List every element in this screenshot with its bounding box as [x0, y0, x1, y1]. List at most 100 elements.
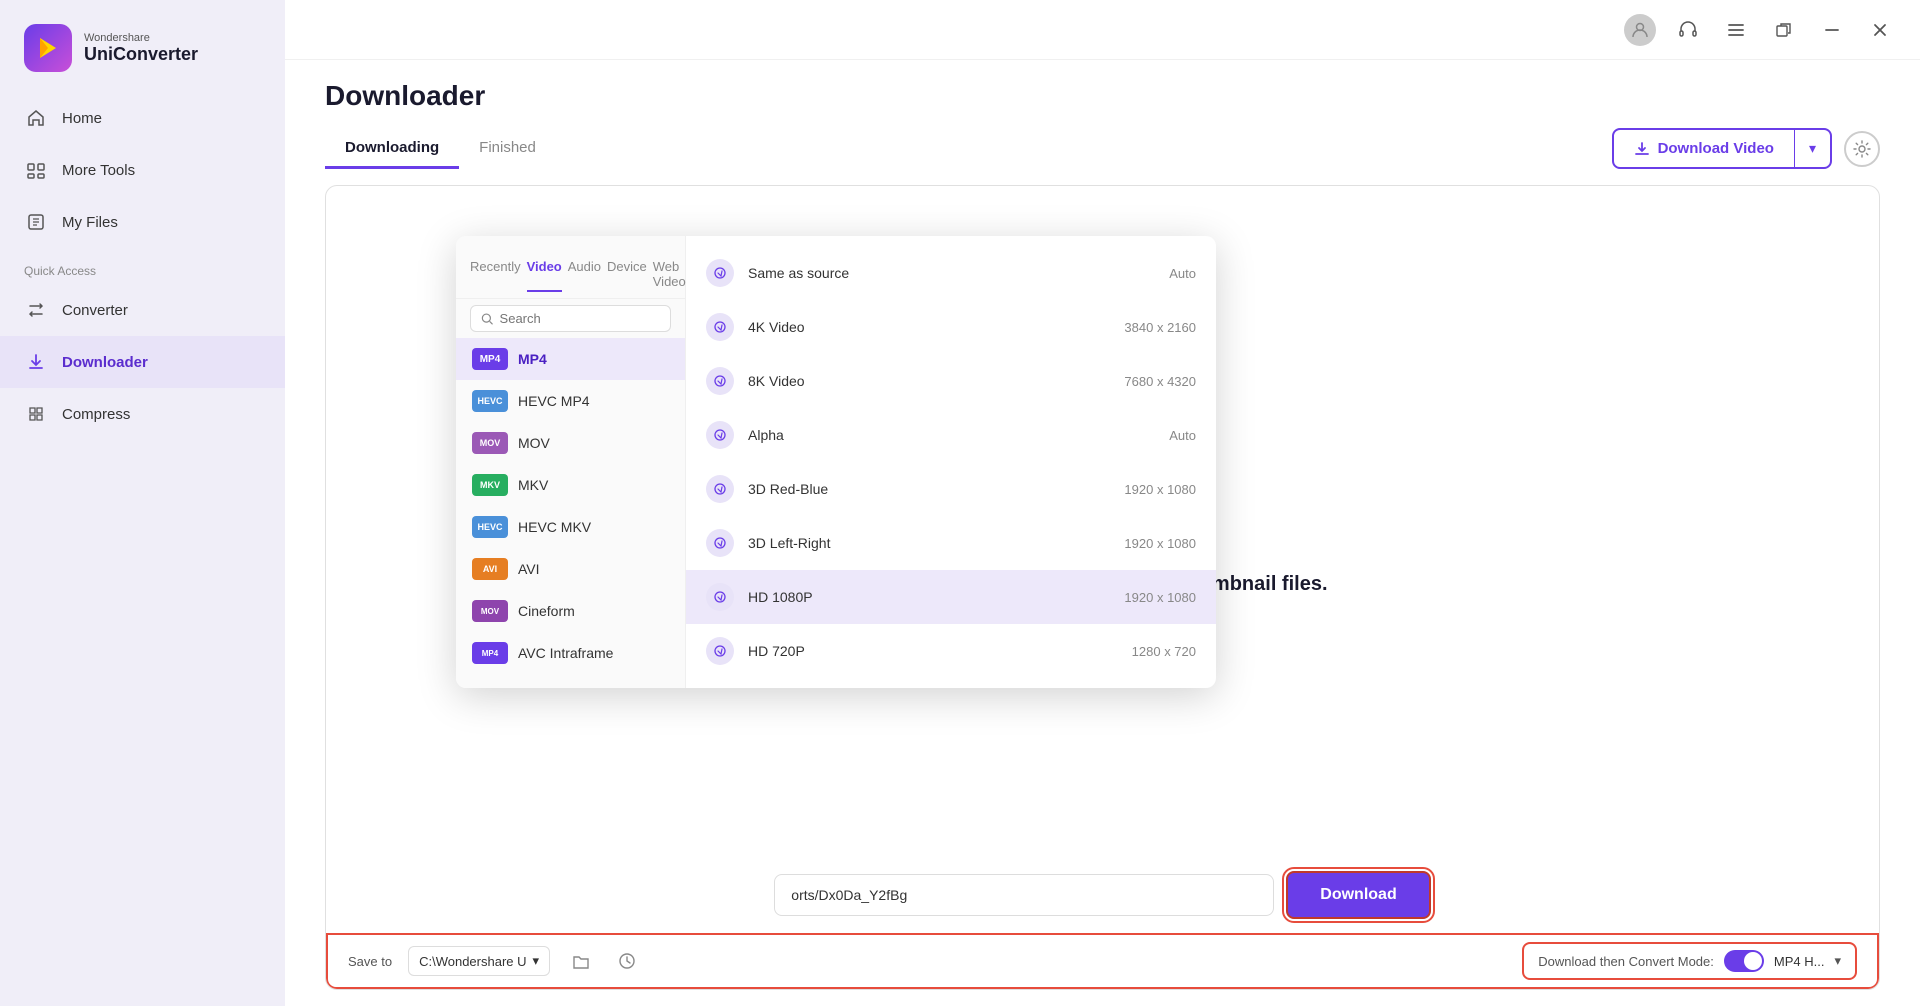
sidebar-label-home: Home [62, 110, 102, 127]
menu-icon[interactable] [1720, 14, 1752, 46]
sidebar-item-converter[interactable]: Converter [0, 284, 285, 336]
quality-res: Auto [1169, 428, 1196, 443]
url-input[interactable]: orts/Dx0Da_Y2fBg [774, 874, 1274, 916]
open-folder-button[interactable] [566, 946, 596, 976]
avc-label: AVC Intraframe [518, 645, 613, 661]
format-item-hevc-mkv[interactable]: HEVC HEVC MKV [456, 506, 685, 548]
avatar[interactable] [1624, 14, 1656, 46]
quality-3d-left-right[interactable]: 3D Left-Right 1920 x 1080 [686, 516, 1216, 570]
format-search-box[interactable] [470, 305, 671, 332]
sidebar-label-compress: Compress [62, 406, 130, 423]
format-dropdown-arrow[interactable]: ▾ [1834, 953, 1841, 969]
mkv-badge: MKV [472, 474, 508, 496]
quality-icon [706, 367, 734, 395]
fmt-tab-recently[interactable]: Recently [470, 256, 521, 292]
download-video-label: Download Video [1658, 140, 1774, 157]
mov-label: MOV [518, 435, 550, 451]
fmt-tab-device[interactable]: Device [607, 256, 647, 292]
tabs-row: Downloading Finished Download Video ▾ [325, 128, 1880, 169]
mp4-badge: MP4 [472, 348, 508, 370]
quality-4k[interactable]: 4K Video 3840 x 2160 [686, 300, 1216, 354]
format-item-avi[interactable]: AVI AVI [456, 548, 685, 590]
quality-icon [706, 259, 734, 287]
downloader-icon [24, 350, 48, 374]
page-title: Downloader [325, 80, 1880, 112]
quality-res: 1920 x 1080 [1124, 590, 1196, 605]
restore-icon[interactable] [1768, 14, 1800, 46]
settings-button[interactable] [1844, 131, 1880, 167]
save-path-selector[interactable]: C:\Wondershare U ▾ [408, 946, 550, 976]
download-button[interactable]: Download [1286, 871, 1430, 919]
save-to-label: Save to [348, 954, 392, 969]
quality-res: 1920 x 1080 [1124, 536, 1196, 551]
format-item-hevc-mp4[interactable]: HEVC HEVC MP4 [456, 380, 685, 422]
hevc-mkv-label: HEVC MKV [518, 519, 591, 535]
download-video-main: Download Video [1614, 130, 1795, 167]
convert-mode-box[interactable]: Download then Convert Mode: MP4 H... ▾ [1522, 942, 1857, 980]
quality-res: 3840 x 2160 [1124, 320, 1196, 335]
hevc-mkv-badge: HEVC [472, 516, 508, 538]
close-icon[interactable] [1864, 14, 1896, 46]
format-search-input[interactable] [500, 311, 660, 326]
minimize-icon[interactable] [1816, 14, 1848, 46]
convert-format-label: MP4 H... [1774, 954, 1825, 969]
quality-icon [706, 421, 734, 449]
sidebar-item-more-tools[interactable]: More Tools [0, 144, 285, 196]
quality-hd-1080p[interactable]: HD 1080P 1920 x 1080 [686, 570, 1216, 624]
schedule-button[interactable] [612, 946, 642, 976]
page-header: Downloader Downloading Finished [285, 60, 1920, 169]
top-bar [285, 0, 1920, 60]
brand-label: Wondershare [84, 32, 198, 44]
quality-res: 1280 x 720 [1132, 644, 1196, 659]
quality-same-as-source[interactable]: Same as source Auto [686, 246, 1216, 300]
quality-name: Same as source [748, 265, 1155, 281]
sidebar-item-my-files[interactable]: My Files [0, 196, 285, 248]
format-tab-list: Recently Video Audio Device Web Video [456, 246, 685, 299]
quality-3d-red-blue[interactable]: 3D Red-Blue 1920 x 1080 [686, 462, 1216, 516]
tab-finished[interactable]: Finished [459, 129, 556, 169]
sidebar-item-compress[interactable]: Compress [0, 388, 285, 440]
quality-hd-720p[interactable]: HD 720P 1280 x 720 [686, 624, 1216, 678]
mkv-label: MKV [518, 477, 548, 493]
format-item-mp4[interactable]: MP4 MP4 [456, 338, 685, 380]
sidebar-item-home[interactable]: Home [0, 92, 285, 144]
format-item-mkv[interactable]: MKV MKV [456, 464, 685, 506]
tools-icon [24, 158, 48, 182]
avc-badge: MP4 [472, 642, 508, 664]
quality-8k[interactable]: 8K Video 7680 x 4320 [686, 354, 1216, 408]
cineform-label: Cineform [518, 603, 575, 619]
convert-mode-toggle[interactable] [1724, 950, 1764, 972]
quality-alpha[interactable]: Alpha Auto [686, 408, 1216, 462]
compress-icon [24, 402, 48, 426]
hevc-badge: HEVC [472, 390, 508, 412]
quality-name: HD 720P [748, 643, 1118, 659]
avi-label: AVI [518, 561, 540, 577]
fmt-tab-audio[interactable]: Audio [568, 256, 601, 292]
quality-name: 3D Red-Blue [748, 481, 1110, 497]
quality-res: Auto [1169, 266, 1196, 281]
download-video-button[interactable]: Download Video ▾ [1612, 128, 1832, 169]
sidebar-label-downloader: Downloader [62, 354, 148, 371]
format-item-cineform[interactable]: MOV Cineform [456, 590, 685, 632]
sidebar-item-downloader[interactable]: Downloader [0, 336, 285, 388]
app-name-label: UniConverter [84, 44, 198, 65]
hevc-mp4-label: HEVC MP4 [518, 393, 590, 409]
format-item-mov[interactable]: MOV MOV [456, 422, 685, 464]
tab-downloading[interactable]: Downloading [325, 129, 459, 169]
format-item-avc[interactable]: MP4 AVC Intraframe [456, 632, 685, 674]
fmt-tab-web[interactable]: Web Video [653, 256, 686, 292]
headphones-icon[interactable] [1672, 14, 1704, 46]
mp4-label: MP4 [518, 351, 547, 367]
quality-name: 8K Video [748, 373, 1110, 389]
logo-area: Wondershare UniConverter [0, 0, 285, 92]
format-sidebar: Recently Video Audio Device Web Video MP… [456, 236, 686, 688]
dropdown-arrow-icon[interactable]: ▾ [1795, 130, 1830, 167]
fmt-tab-video[interactable]: Video [527, 256, 562, 292]
cineform-badge: MOV [472, 600, 508, 622]
convert-mode-label: Download then Convert Mode: [1538, 954, 1714, 969]
mov-badge: MOV [472, 432, 508, 454]
quality-name: HD 1080P [748, 589, 1110, 605]
logo-text: Wondershare UniConverter [84, 32, 198, 65]
sidebar-label-my-files: My Files [62, 214, 118, 231]
quality-icon [706, 583, 734, 611]
